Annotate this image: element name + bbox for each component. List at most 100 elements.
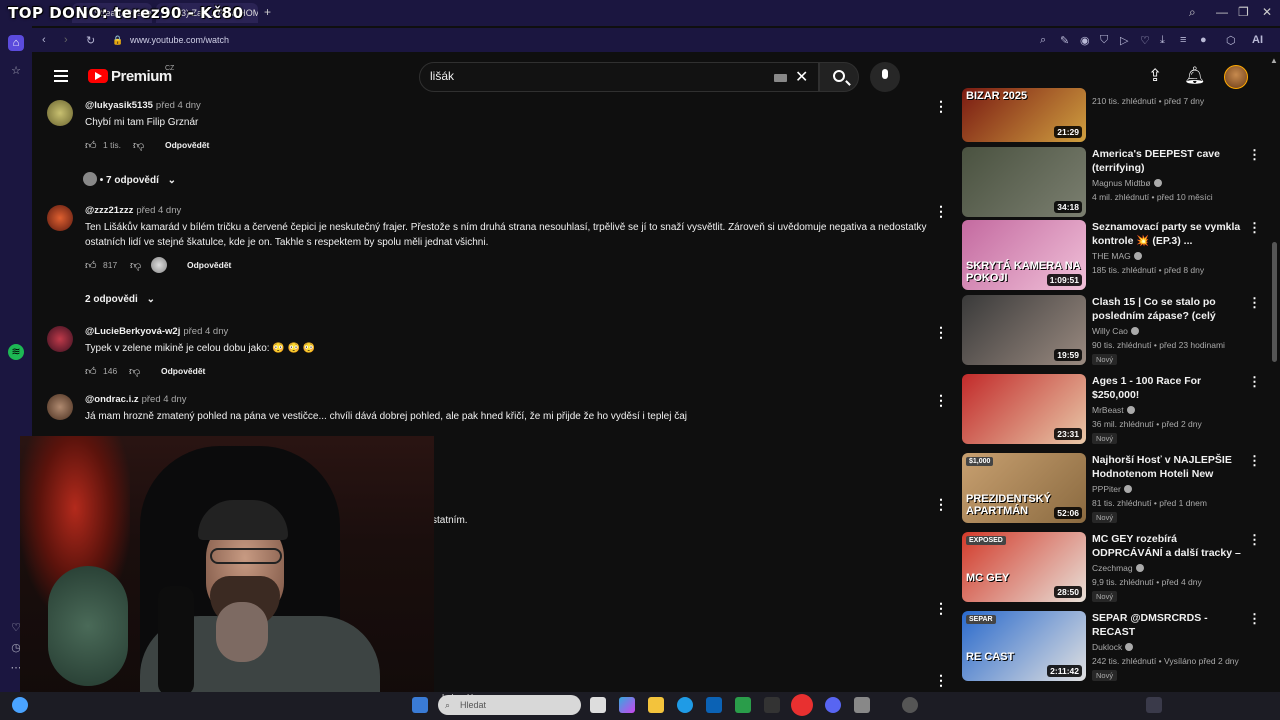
play-icon[interactable]: ▷ [1120, 34, 1128, 47]
show-replies-button[interactable]: • 7 odpovědí ⌄ [83, 172, 176, 186]
edit-icon[interactable]: ✎ [1060, 34, 1069, 47]
app-icon[interactable] [854, 697, 870, 713]
recommendation-item[interactable]: 23:31 Ages 1 - 100 Race For $250,000! MrBe… [962, 374, 1262, 446]
comment-author[interactable]: @zzz21zzz před 4 dny [85, 205, 181, 216]
home-icon[interactable]: ⌂ [8, 35, 24, 51]
recommendation-item[interactable]: 19:59 Clash 15 | Co se stalo po posledním… [962, 295, 1262, 367]
search-box[interactable]: ✕ [419, 62, 819, 92]
camera-icon[interactable]: ◉ [1080, 34, 1090, 47]
youtube-logo-icon[interactable] [88, 69, 108, 83]
video-thumbnail[interactable]: 19:59 [962, 295, 1086, 365]
file-explorer-icon[interactable] [648, 697, 664, 713]
new-tab-button[interactable]: + [264, 5, 271, 19]
scroll-up-icon[interactable]: ▲ [1270, 56, 1278, 65]
video-thumbnail[interactable]: $1,000 PREZIDENTSKÝ APARTMÁN 52:06 [962, 453, 1086, 523]
extensions-icon[interactable]: ⬡ [1226, 34, 1236, 47]
forward-icon[interactable]: › [64, 34, 68, 46]
comment-author[interactable]: @lukyasik5135 před 4 dny [85, 100, 201, 111]
comment-time[interactable]: před 4 dny [183, 326, 228, 337]
profile-icon[interactable]: ● [1200, 34, 1207, 46]
video-title[interactable]: America's DEEPEST cave (terrifying) [1092, 147, 1242, 175]
keyboard-icon[interactable] [774, 74, 787, 82]
video-menu-icon[interactable]: ⋮ [1248, 220, 1261, 236]
comment-menu-icon[interactable]: ⋮ [934, 600, 948, 617]
search-button[interactable] [819, 62, 859, 92]
comment-menu-icon[interactable]: ⋮ [934, 392, 948, 409]
comment-menu-icon[interactable]: ⋮ [934, 324, 948, 341]
copilot-icon[interactable] [619, 697, 635, 713]
voice-search-button[interactable] [870, 62, 900, 92]
clear-search-icon[interactable]: ✕ [795, 67, 808, 87]
search-page-icon[interactable]: ⌕ [1040, 34, 1046, 47]
recommendation-item[interactable]: SKRYTÁ KAMERA NA POKOJI 1:09:51 Seznamovac… [962, 220, 1262, 292]
video-title[interactable]: Seznamovací party se vymkla kontrole 💥 (… [1092, 220, 1242, 248]
outlook-icon[interactable] [706, 697, 722, 713]
discord-icon[interactable] [825, 697, 841, 713]
like-icon[interactable]: 👍︎ [85, 139, 97, 152]
like-icon[interactable]: 👍︎ [85, 259, 97, 272]
start-icon[interactable] [12, 697, 28, 713]
back-icon[interactable]: ‹ [42, 34, 46, 46]
heart-outline-icon[interactable]: ♡ [1140, 34, 1150, 47]
channel-name[interactable]: Duklock [1092, 642, 1134, 652]
dislike-icon[interactable]: 👎︎ [133, 139, 144, 152]
account-avatar[interactable] [1224, 65, 1248, 89]
channel-name[interactable]: Czechmag [1092, 563, 1144, 573]
taskbar-search[interactable]: ⌕ Hledat [438, 695, 581, 715]
spotify-icon[interactable]: ≋ [8, 344, 24, 360]
video-title[interactable]: SEPAR @DMSRCRDS - RECAST [1092, 611, 1242, 639]
comment-menu-icon[interactable]: ⋮ [934, 98, 948, 115]
video-menu-icon[interactable]: ⋮ [1248, 532, 1261, 548]
video-thumbnail[interactable]: SKRYTÁ KAMERA NA POKOJI 1:09:51 [962, 220, 1086, 290]
obs-icon[interactable] [764, 697, 780, 713]
ai-button[interactable]: AI [1252, 34, 1263, 46]
reply-button[interactable]: Odpovědět [165, 140, 209, 150]
comment-menu-icon[interactable]: ⋮ [934, 496, 948, 513]
video-thumbnail[interactable]: BIZAR 2025 21:29 [962, 88, 1086, 142]
dislike-icon[interactable]: 👎︎ [129, 365, 140, 378]
recommendation-item[interactable]: $1,000 PREZIDENTSKÝ APARTMÁN 52:06 Najhorší… [962, 453, 1262, 525]
comment-author[interactable]: @ondrac.i.z před 4 dny [85, 394, 187, 405]
youtube-brand[interactable]: Premium [111, 68, 172, 85]
video-thumbnail[interactable]: SEPAR RE CAST 2:11:42 [962, 611, 1086, 681]
recommendation-item[interactable]: SEPAR RE CAST 2:11:42 SEPAR @DMSRCRDS - REC… [962, 611, 1262, 683]
dislike-icon[interactable]: 👎︎ [130, 259, 141, 272]
commenter-avatar[interactable] [47, 326, 73, 352]
search-input[interactable] [430, 69, 760, 83]
scrollbar-thumb[interactable] [1272, 242, 1277, 362]
start-menu-icon[interactable] [412, 697, 428, 713]
notifications-bell-icon[interactable]: 🔔︎ [1184, 66, 1206, 86]
hamburger-menu-icon[interactable] [54, 70, 68, 82]
video-menu-icon[interactable]: ⋮ [1248, 295, 1261, 311]
commenter-avatar[interactable] [47, 100, 73, 126]
channel-name[interactable]: THE MAG [1092, 251, 1142, 261]
upload-icon[interactable]: ⇪ [1148, 66, 1162, 86]
commenter-avatar[interactable] [47, 205, 73, 231]
video-title[interactable]: Ages 1 - 100 Race For $250,000! [1092, 374, 1242, 402]
maximize-icon[interactable]: ❐ [1238, 5, 1249, 19]
video-thumbnail[interactable]: EXPOSED MC GEY 28:50 [962, 532, 1086, 602]
url-field[interactable]: 🔒 www.youtube.com/watch [106, 30, 1006, 50]
star-icon[interactable]: ☆ [8, 63, 24, 79]
tray-icon[interactable] [1146, 697, 1162, 713]
comment-author[interactable]: @LucieBerkyová-w2j před 4 dny [85, 326, 228, 337]
comment-time[interactable]: před 4 dny [136, 205, 181, 216]
video-menu-icon[interactable]: ⋮ [1248, 147, 1261, 163]
video-menu-icon[interactable]: ⋮ [1248, 611, 1261, 627]
task-view-icon[interactable] [590, 697, 606, 713]
excel-icon[interactable] [735, 697, 751, 713]
video-menu-icon[interactable]: ⋮ [1248, 374, 1261, 390]
video-title[interactable]: Najhorší Hosť v NAJLEPŠIE Hodnotenom Hot… [1092, 453, 1242, 481]
channel-name[interactable]: PPPiter [1092, 484, 1132, 494]
shield-icon[interactable]: ⛉ [1100, 34, 1108, 47]
reply-button[interactable]: Odpovědět [187, 260, 231, 270]
comment-time[interactable]: před 4 dny [142, 394, 187, 405]
channel-name[interactable]: Willy Cao [1092, 326, 1139, 336]
commenter-avatar[interactable] [47, 394, 73, 420]
chat-icon[interactable] [902, 697, 918, 713]
browser-search-icon[interactable]: ⌕ [1189, 5, 1196, 20]
comment-time[interactable]: před 4 dny [156, 100, 201, 111]
edge-icon[interactable] [677, 697, 693, 713]
show-replies-button[interactable]: 2 odpovědi ⌄ [85, 294, 155, 305]
recommendation-item[interactable]: 34:18 America's DEEPEST cave (terrifying)… [962, 147, 1262, 219]
